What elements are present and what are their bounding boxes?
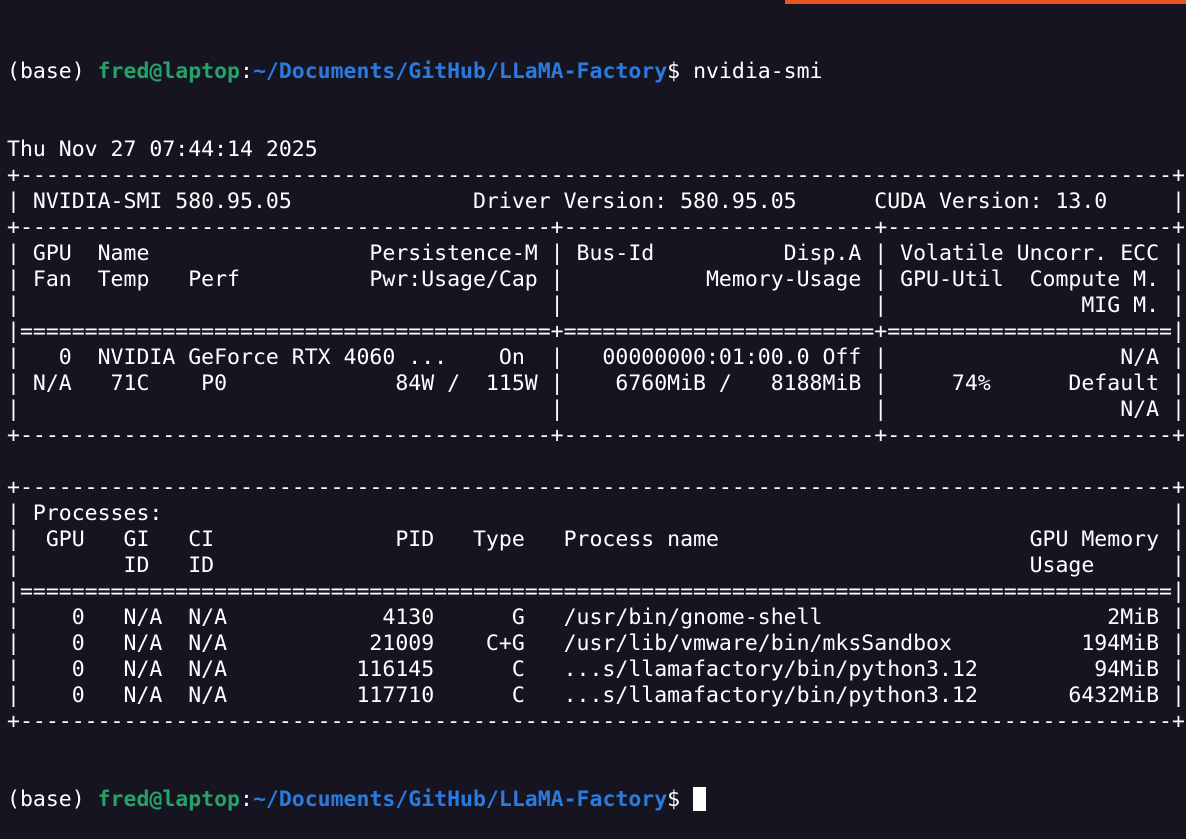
- prompt-user-host: fred@laptop: [97, 59, 240, 84]
- prompt-colon: :: [240, 787, 253, 812]
- prompt-symbol: $: [667, 787, 694, 812]
- nvidia-smi-output: Thu Nov 27 07:44:14 2025 +---------------…: [7, 137, 1186, 735]
- terminal-output[interactable]: (base) fred@laptop:~/Documents/GitHub/LL…: [7, 7, 1186, 839]
- output-line: |=======================================…: [7, 579, 1185, 604]
- command-prompt-line: (base) fred@laptop:~/Documents/GitHub/LL…: [7, 59, 1186, 85]
- prompt-user-host: fred@laptop: [97, 787, 240, 812]
- prompt-symbol: $: [667, 59, 694, 84]
- output-line: | ID ID Usage |: [7, 553, 1185, 578]
- output-line: | 0 N/A N/A 21009 C+G /usr/lib/vmware/bi…: [7, 631, 1185, 656]
- prompt-colon: :: [240, 59, 253, 84]
- output-line: +---------------------------------------…: [7, 423, 1185, 448]
- window-accent-bar: [785, 0, 1186, 4]
- output-line: Thu Nov 27 07:44:14 2025: [7, 137, 318, 162]
- output-line: | Processes: |: [7, 501, 1185, 526]
- output-line: +---------------------------------------…: [7, 709, 1185, 734]
- output-line: | Fan Temp Perf Pwr:Usage/Cap | Memory-U…: [7, 267, 1185, 292]
- output-line: | 0 N/A N/A 117710 C ...s/llamafactory/b…: [7, 683, 1185, 708]
- terminal-cursor[interactable]: [693, 787, 707, 811]
- output-line: | | | MIG M. |: [7, 293, 1185, 318]
- prompt-path: ~/Documents/GitHub/LLaMA-Factory: [252, 787, 668, 812]
- output-line: | GPU GI CI PID Type Process name GPU Me…: [7, 527, 1185, 552]
- output-line: | 0 N/A N/A 116145 C ...s/llamafactory/b…: [7, 657, 1185, 682]
- output-line: +---------------------------------------…: [7, 163, 1185, 188]
- output-line: | 0 N/A N/A 4130 G /usr/bin/gnome-shell …: [7, 605, 1185, 630]
- output-line: | 0 NVIDIA GeForce RTX 4060 ... On | 000…: [7, 345, 1185, 370]
- prompt-path: ~/Documents/GitHub/LLaMA-Factory: [252, 59, 668, 84]
- active-prompt-line[interactable]: (base) fred@laptop:~/Documents/GitHub/LL…: [7, 787, 1186, 813]
- output-line: +---------------------------------------…: [7, 475, 1185, 500]
- command-text: nvidia-smi: [693, 59, 823, 84]
- conda-env-label: (base): [7, 59, 98, 84]
- conda-env-label: (base): [7, 787, 98, 812]
- output-line: | | | N/A |: [7, 397, 1185, 422]
- output-line: |=======================================…: [7, 319, 1185, 344]
- output-line: | NVIDIA-SMI 580.95.05 Driver Version: 5…: [7, 189, 1185, 214]
- output-line: | GPU Name Persistence-M | Bus-Id Disp.A…: [7, 241, 1185, 266]
- output-line: +---------------------------------------…: [7, 215, 1185, 240]
- output-line: | N/A 71C P0 84W / 115W | 6760MiB / 8188…: [7, 371, 1185, 396]
